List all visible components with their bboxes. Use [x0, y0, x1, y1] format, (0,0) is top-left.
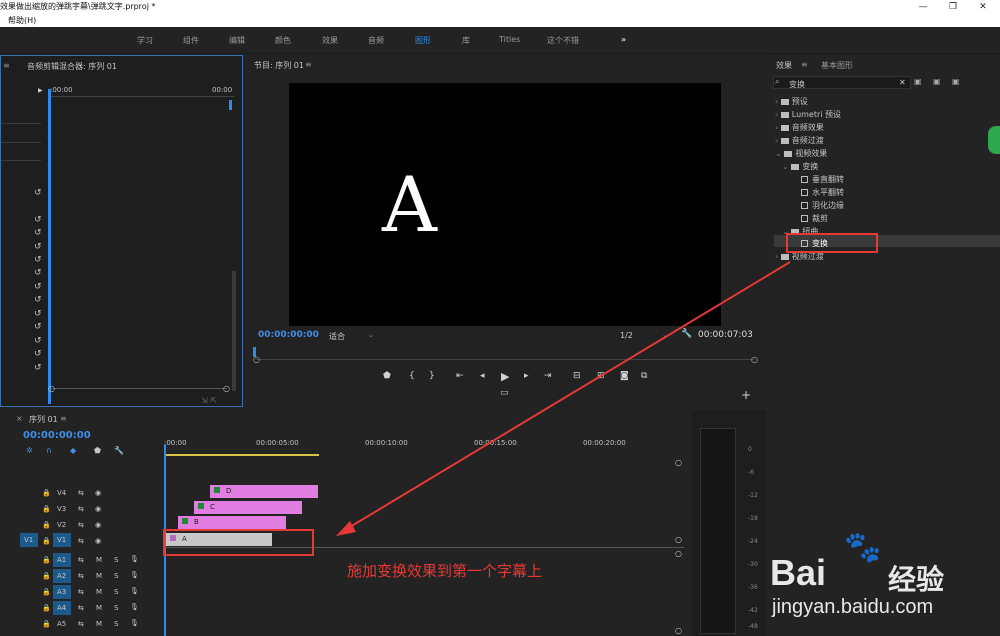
annotation-text: 施加变换效果到第一个字幕上 [347, 562, 543, 580]
watermark-brand2: 经验 [888, 563, 945, 596]
watermark-brand: Bai [770, 552, 827, 593]
watermark-url: jingyan.baidu.com [772, 596, 934, 618]
baidu-watermark: Bai 🐾 经验 jingyan.baidu.com [770, 524, 990, 634]
paw-icon: 🐾 [844, 530, 882, 565]
